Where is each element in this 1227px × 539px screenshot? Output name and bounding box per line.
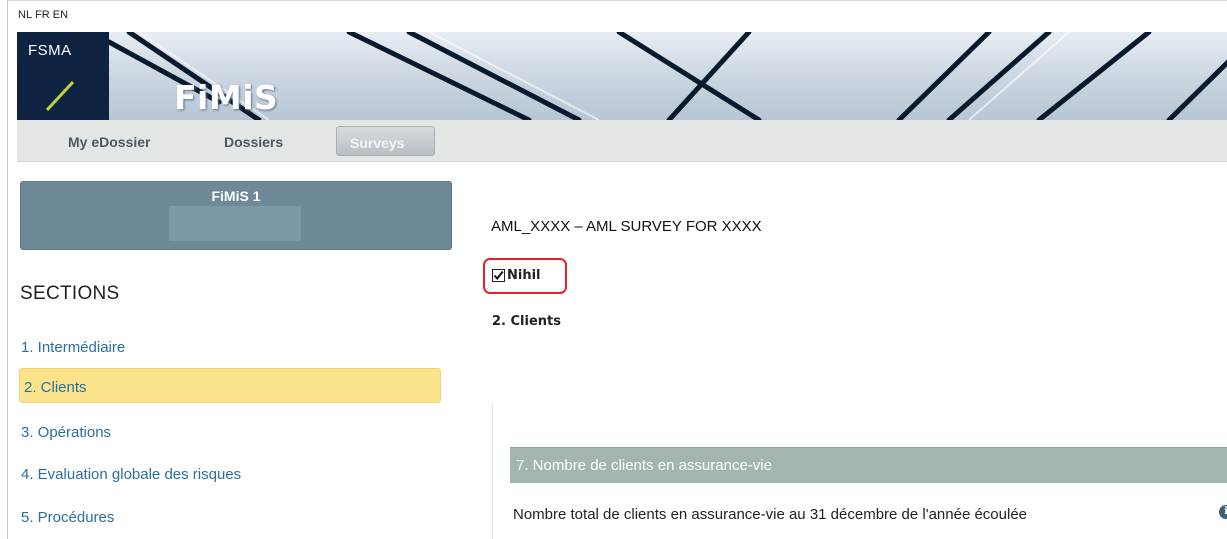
- survey-title: AML_XXXX – AML SURVEY FOR XXXX: [491, 218, 762, 235]
- tab-dossiers[interactable]: Dossiers: [224, 134, 283, 150]
- nihil-checkbox[interactable]: Nihil: [483, 258, 567, 294]
- language-switcher: NL FR EN: [18, 9, 71, 21]
- question-text: Nombre total de clients en assurance-vie…: [513, 506, 1028, 523]
- checkbox-checked-icon[interactable]: [492, 269, 505, 282]
- sidebar-item-procedures[interactable]: 5. Procédures: [21, 499, 433, 534]
- fsma-logo: FSMA: [17, 32, 109, 120]
- fsma-logo-text: FSMA: [28, 42, 72, 59]
- entity-box-inner: [169, 206, 301, 241]
- main-nav: My eDossier Dossiers Surveys: [17, 120, 1227, 162]
- entity-box-title: FiMiS 1: [211, 188, 261, 204]
- app-title: FiMiS: [174, 78, 279, 117]
- section-heading: 2. Clients: [492, 314, 561, 329]
- sidebar-item-intermediaire[interactable]: 1. Intermédiaire: [21, 329, 433, 364]
- sidebar-item-clients[interactable]: 2. Clients: [19, 368, 441, 403]
- tab-my-edossier[interactable]: My eDossier: [68, 134, 150, 150]
- lang-fr[interactable]: FR: [35, 9, 50, 21]
- lang-en[interactable]: EN: [53, 9, 68, 21]
- header-banner: FSMA FiMiS: [17, 32, 1227, 120]
- language-bar: NL FR EN: [8, 0, 1227, 32]
- sidebar-item-operations[interactable]: 3. Opérations: [21, 414, 433, 449]
- lang-nl[interactable]: NL: [18, 9, 32, 21]
- entity-box: FiMiS 1: [20, 181, 452, 250]
- sections-heading: SECTIONS: [20, 283, 120, 304]
- sidebar-item-evaluation[interactable]: 4. Evaluation globale des risques: [21, 456, 433, 491]
- tab-surveys-label: Surveys: [350, 135, 405, 151]
- content-divider: [492, 404, 493, 539]
- tab-surveys[interactable]: Surveys: [336, 126, 435, 156]
- info-icon[interactable]: i: [1219, 505, 1227, 519]
- question-block-header: 7. Nombre de clients en assurance-vie: [510, 447, 1227, 483]
- fsma-slash-icon: [45, 80, 75, 112]
- nihil-label: Nihil: [507, 268, 541, 283]
- page-frame: NL FR EN FSMA FiMiS My eDossier Dossiers…: [7, 0, 1227, 539]
- question-block-title: 7. Nombre de clients en assurance-vie: [516, 457, 772, 474]
